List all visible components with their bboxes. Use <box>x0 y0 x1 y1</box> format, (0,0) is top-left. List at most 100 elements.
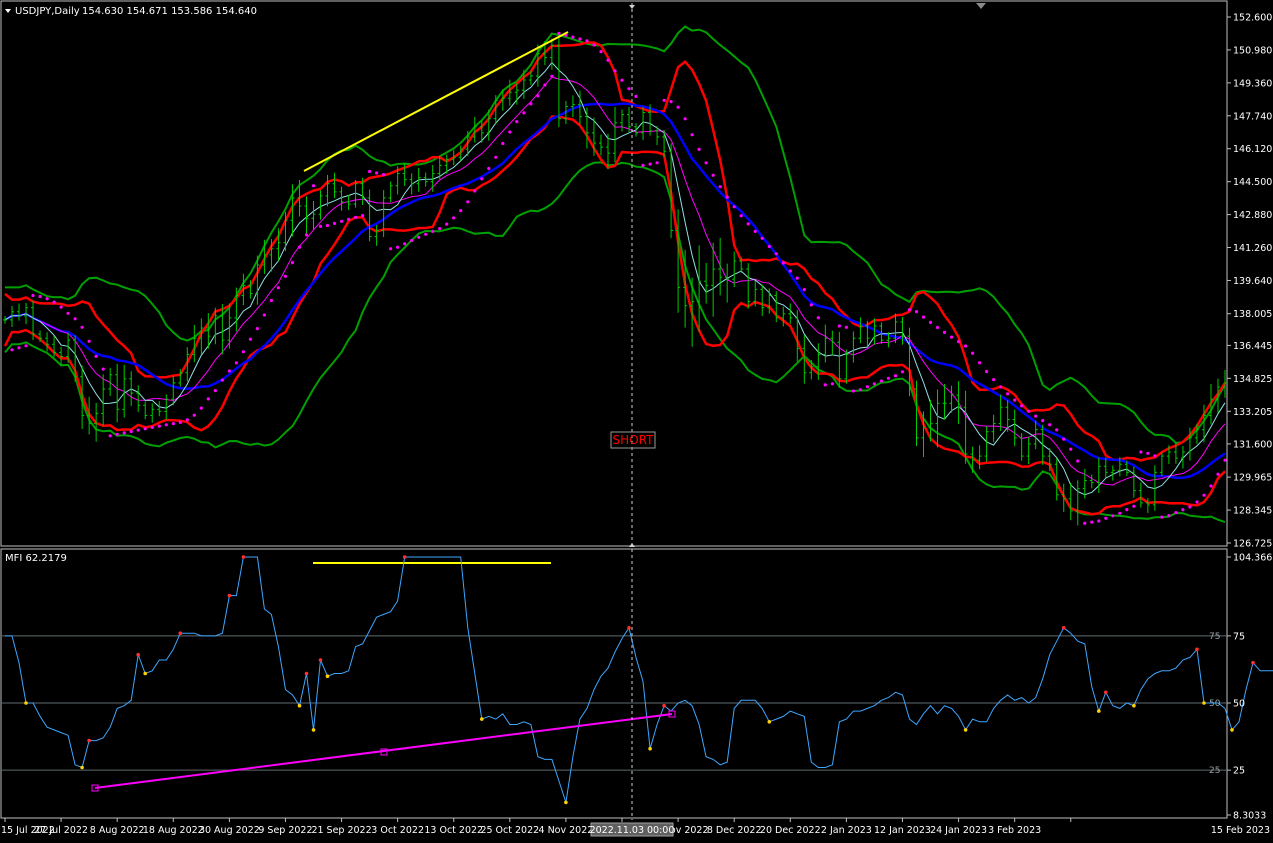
symbol-label[interactable]: USDJPY,Daily <box>15 6 80 17</box>
sar-dot <box>816 316 820 320</box>
sar-dot <box>199 406 203 410</box>
trading-chart[interactable]: SHORT USDJPY,Daily 154.630 154.671 153.5… <box>0 0 1273 843</box>
sar-dot <box>515 120 519 124</box>
price-axis-label: 128.345 <box>1233 506 1272 517</box>
mfi-trough-marker <box>325 674 330 678</box>
sar-dot <box>550 74 554 78</box>
sar-dot <box>950 335 954 339</box>
sar-dot <box>900 370 905 374</box>
sar-dot <box>206 397 210 401</box>
sar-dot <box>557 31 561 35</box>
sar-dot <box>1209 484 1213 488</box>
sar-dot <box>452 216 456 220</box>
sar-dot <box>396 245 400 249</box>
mfi-peak-marker <box>178 631 183 635</box>
sar-dot <box>66 311 70 315</box>
price-axis-label: 144.500 <box>1233 177 1272 188</box>
sar-dot <box>1125 508 1129 512</box>
sar-dot <box>1139 450 1143 454</box>
mfi-peak-marker <box>1104 690 1108 695</box>
sar-dot <box>361 214 365 218</box>
sar-dot <box>971 351 975 355</box>
sar-dot <box>185 418 189 422</box>
sar-dot <box>830 382 835 386</box>
mfi-peak-marker <box>318 658 323 662</box>
sar-dot <box>1132 504 1136 508</box>
sar-dot <box>1153 454 1157 458</box>
mfi-trough-marker <box>1230 728 1234 732</box>
ohlc-label: 154.630 154.671 153.586 154.640 <box>82 6 257 17</box>
sar-dot <box>150 425 154 429</box>
mfi-trough-marker <box>1202 701 1206 705</box>
sar-dot <box>774 252 778 256</box>
short-label: SHORT <box>613 433 655 447</box>
sar-dot <box>1181 508 1185 512</box>
sar-dot <box>276 286 280 290</box>
sar-dot <box>122 431 126 435</box>
sar-dot <box>417 235 421 239</box>
mfi-peak-marker <box>1251 660 1255 665</box>
sar-dot <box>31 293 35 298</box>
price-axis-label: 133.205 <box>1233 407 1272 418</box>
sar-dot <box>655 161 659 165</box>
sar-dot <box>403 242 407 246</box>
sar-dot <box>669 100 673 104</box>
mfi-trough-marker <box>480 717 484 721</box>
sar-dot <box>1216 472 1220 476</box>
sar-dot <box>136 428 140 432</box>
sar-dot <box>886 376 891 380</box>
sar-dot <box>928 320 933 324</box>
sar-dot <box>347 217 351 221</box>
mfi-peak-marker <box>304 671 309 676</box>
sar-dot <box>1202 493 1206 497</box>
sar-dot <box>1097 519 1101 523</box>
price-axis-label: 131.600 <box>1233 439 1272 450</box>
sar-dot <box>241 350 245 354</box>
sar-dot <box>234 361 238 365</box>
sar-dot <box>1062 437 1066 441</box>
sar-dot <box>767 244 771 249</box>
date-axis-label: 4 Nov 2022 <box>539 825 594 836</box>
sar-dot <box>543 83 547 87</box>
price-axis-label: 142.880 <box>1233 210 1272 221</box>
date-axis-label: 3 Oct 2022 <box>371 825 424 836</box>
sar-dot <box>732 205 736 209</box>
sar-dot <box>375 171 379 175</box>
sar-dot <box>907 308 912 312</box>
sar-dot <box>704 161 708 165</box>
sar-dot <box>1223 458 1227 462</box>
sar-dot <box>332 221 337 225</box>
sar-dot <box>992 378 996 382</box>
sar-dot <box>536 94 540 98</box>
mfi-level-tag: 50 <box>1209 699 1221 709</box>
mfi-axis-label: 50 <box>1233 699 1245 710</box>
sar-dot <box>297 245 302 249</box>
sar-dot <box>641 163 645 167</box>
sar-dot <box>45 297 49 301</box>
sar-dot <box>1146 451 1150 455</box>
sar-dot <box>648 162 652 166</box>
mfi-peak-marker <box>136 652 140 657</box>
mfi-trough-marker <box>1132 703 1136 708</box>
mfi-peak-marker <box>1195 647 1199 652</box>
sar-dot <box>304 233 309 237</box>
sar-dot <box>227 369 231 373</box>
sar-dot <box>837 324 842 328</box>
sar-dot <box>382 173 386 177</box>
price-axis-label: 146.120 <box>1233 144 1272 155</box>
sar-dot <box>325 223 330 228</box>
date-axis-label: 30 Aug 2022 <box>199 825 260 836</box>
date-axis-label: 15 Feb 2023 <box>1211 825 1270 836</box>
price-axis-label: 136.445 <box>1233 341 1272 352</box>
date-axis-label: 13 Oct 2022 <box>424 825 483 836</box>
sar-dot <box>935 325 940 330</box>
sar-dot <box>620 78 624 82</box>
date-axis-label: 9 Sep 2022 <box>258 825 312 836</box>
mfi-peak-marker <box>1061 626 1066 630</box>
sar-dot <box>781 261 785 265</box>
sar-dot <box>725 195 729 199</box>
mfi-peak-marker <box>241 555 246 559</box>
sar-dot <box>10 348 14 352</box>
mfi-axis-label: 104.3665 <box>1233 553 1273 564</box>
date-axis-label: 21 Sep 2022 <box>311 825 371 836</box>
